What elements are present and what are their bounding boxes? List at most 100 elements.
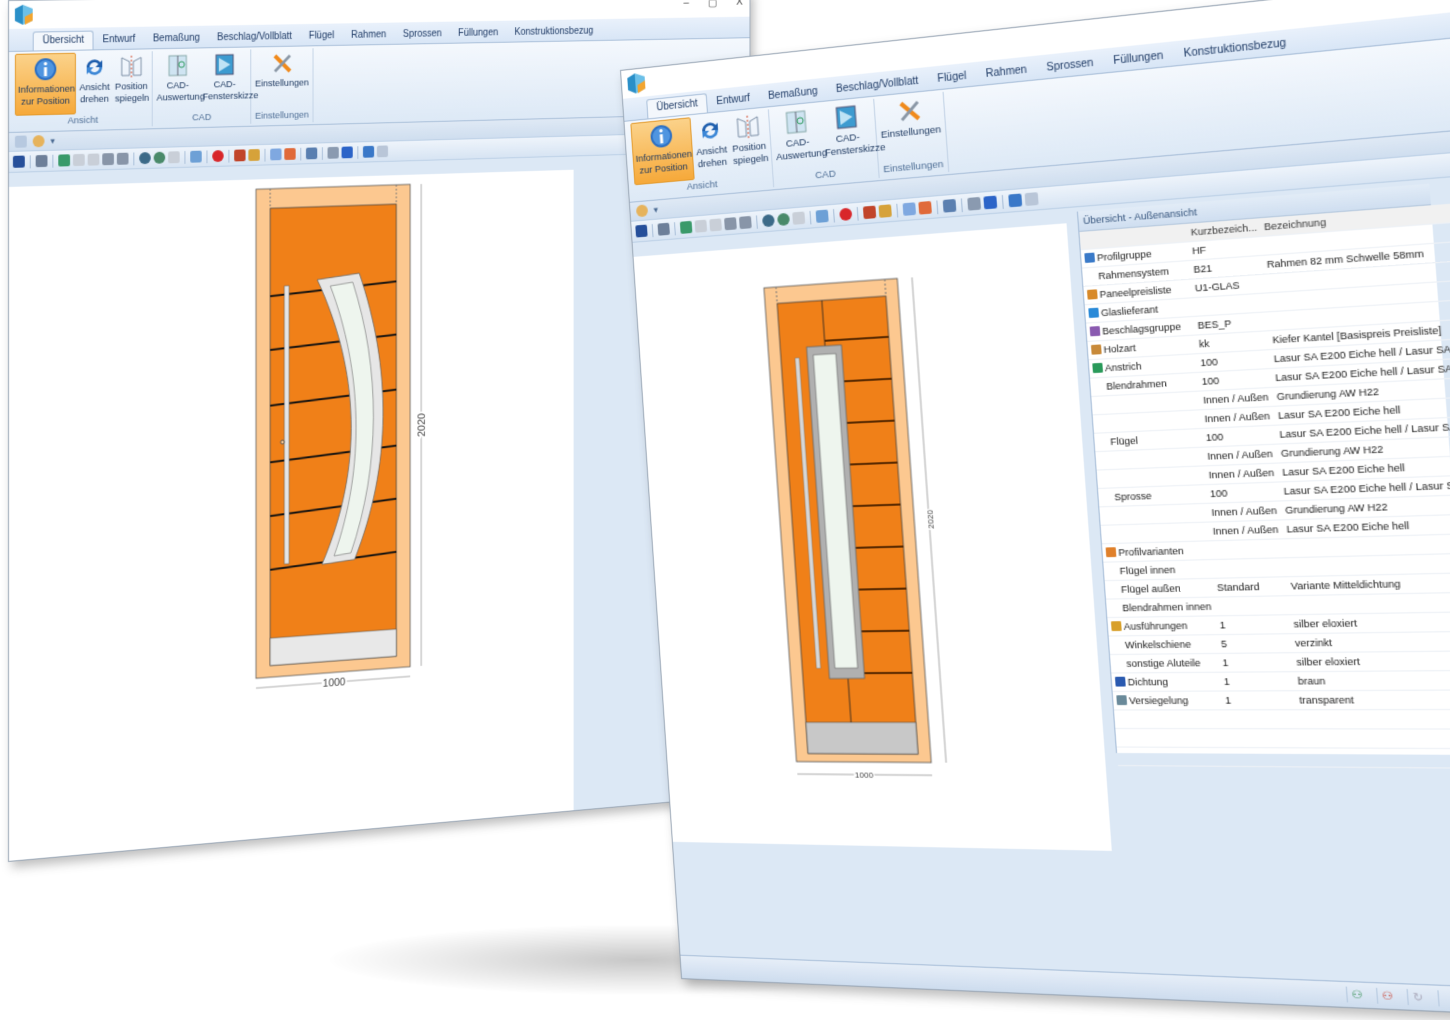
tab-bemassung[interactable]: Bemaßung	[144, 30, 208, 49]
page-icon[interactable]	[168, 151, 180, 163]
undo-icon[interactable]	[724, 217, 737, 230]
delete-icon[interactable]	[212, 150, 223, 162]
tab-fuellungen[interactable]: Füllungen	[450, 25, 506, 43]
view-icon[interactable]	[139, 152, 151, 164]
forward-icon[interactable]	[1025, 192, 1039, 206]
table-row[interactable]: Versiegelung1transparent	[1113, 690, 1450, 710]
save-icon[interactable]	[635, 225, 647, 238]
tab-beschlag[interactable]: Beschlag/Vollblatt	[208, 28, 300, 47]
refresh-icon[interactable]	[190, 151, 201, 163]
frame-icon[interactable]	[943, 199, 957, 213]
frame-icon[interactable]	[306, 147, 317, 159]
cad-evaluation-button[interactable]: CAD-Auswertung	[155, 50, 201, 112]
copy-icon[interactable]	[73, 154, 85, 166]
forward-icon[interactable]	[377, 145, 388, 157]
refresh-icon[interactable]	[816, 210, 829, 223]
row-code: 1	[1220, 672, 1295, 691]
cut-icon[interactable]	[58, 154, 70, 166]
tab-uebersicht[interactable]: Übersicht	[33, 31, 94, 51]
redo-icon[interactable]	[117, 153, 129, 165]
tab-rahmen[interactable]: Rahmen	[343, 26, 395, 44]
maximize-button[interactable]: ▢	[708, 0, 717, 9]
transfer-icon[interactable]	[284, 148, 295, 160]
tag-icon[interactable]	[234, 149, 245, 161]
align-icon[interactable]	[903, 202, 917, 216]
height-dimension: 2020	[925, 509, 936, 529]
row-description: verzinkt	[1291, 630, 1450, 652]
tab-konstruktionsbezug[interactable]: Konstruktionsbezug	[506, 23, 601, 42]
settings-button[interactable]: Einstellungen	[253, 48, 311, 110]
rotate-view-button[interactable]: Ansicht drehen	[76, 52, 113, 114]
properties-table: Kurzbezeich...BezeichnungProfilgruppeHFR…	[1079, 198, 1450, 769]
move-icon[interactable]	[342, 146, 353, 158]
sync-icon[interactable]: ↻	[1406, 989, 1428, 1006]
paste-icon[interactable]	[88, 153, 100, 165]
profile-variants-icon	[1106, 547, 1117, 557]
mirror-position-button[interactable]: Position spiegeln	[113, 51, 150, 113]
mirror-position-button[interactable]: Position spiegeln	[728, 110, 770, 177]
align-icon[interactable]	[270, 148, 281, 160]
row-code: Standard	[1213, 577, 1288, 597]
drawing-canvas[interactable]: 1000 2020	[9, 170, 574, 861]
delete-icon[interactable]	[839, 208, 852, 221]
move-icon[interactable]	[983, 196, 997, 210]
row-label: Flügel innen	[1103, 560, 1213, 581]
undo-icon[interactable]	[102, 153, 114, 165]
transfer-icon[interactable]	[918, 201, 932, 215]
cad-sketch-button[interactable]: CAD-Fensterskizze	[201, 49, 249, 111]
cad-sketch-button[interactable]: CAD-Fensterskizze	[820, 99, 876, 168]
row-code: 1	[1218, 653, 1293, 673]
page-icon[interactable]	[792, 211, 805, 224]
tab-entwurf[interactable]: Entwurf	[94, 31, 144, 50]
back-icon[interactable]	[1008, 193, 1022, 207]
settings-button[interactable]: Einstellungen	[876, 92, 945, 163]
cad-evaluation-button[interactable]: CAD-Auswertung	[771, 104, 824, 172]
user-remove-icon[interactable]: ⚇	[1376, 988, 1398, 1005]
dropdown-icon[interactable]: ▾	[653, 204, 658, 215]
print-icon[interactable]	[657, 223, 669, 236]
tab-fluegel[interactable]: Flügel	[300, 27, 342, 45]
mirror-icon	[734, 112, 762, 141]
panel-pricelist-icon	[1087, 289, 1098, 299]
check-icon[interactable]	[248, 149, 259, 161]
cut-icon[interactable]	[680, 221, 693, 234]
search-icon[interactable]	[967, 197, 981, 211]
minimize-button[interactable]: –	[683, 0, 688, 9]
row-description: transparent	[1295, 690, 1450, 710]
print-icon[interactable]	[36, 155, 48, 167]
row-description: silber eloxiert	[1289, 611, 1450, 634]
3d-icon[interactable]	[154, 152, 166, 164]
info-position-button[interactable]: Informationen zur Position	[630, 117, 694, 185]
table-row[interactable]: Dichtung1braun	[1111, 670, 1450, 692]
redo-icon[interactable]	[739, 216, 752, 229]
group-einstellungen: Einstellungen Einstellungen	[874, 92, 949, 178]
view-icon[interactable]	[762, 214, 775, 227]
group-cad: CAD-Auswertung CAD-Fensterskizze CAD	[153, 49, 252, 126]
row-code: 1	[1221, 691, 1296, 710]
info-position-button[interactable]: Informationen zur Position	[15, 53, 76, 116]
drawing-canvas[interactable]: 1000 2020	[634, 223, 1112, 851]
app-window-front: – ▢ X Übersicht Entwurf Bemaßung Beschla…	[620, 0, 1450, 1020]
row-code: 5	[1217, 634, 1292, 654]
close-button[interactable]: X	[736, 0, 742, 8]
row-label: Winkelschiene	[1109, 635, 1219, 655]
paste-icon[interactable]	[709, 218, 722, 231]
tag-icon[interactable]	[863, 206, 876, 220]
search-icon[interactable]	[328, 147, 339, 159]
3d-icon[interactable]	[777, 213, 790, 226]
copy-icon[interactable]	[695, 220, 708, 233]
door-handle-bar	[284, 286, 289, 564]
rotate-view-button[interactable]: Ansicht drehen	[690, 113, 732, 179]
table-row[interactable]: sonstige Aluteile1silber eloxiert	[1110, 650, 1450, 673]
tab-sprossen[interactable]: Sprossen	[395, 25, 450, 43]
minimize-button[interactable]: –	[1443, 0, 1450, 3]
check-icon[interactable]	[878, 204, 891, 218]
user-icon[interactable]	[636, 204, 648, 217]
rotate-icon	[696, 116, 723, 145]
user-icon[interactable]	[33, 135, 45, 147]
save-icon[interactable]	[13, 156, 25, 168]
back-icon[interactable]	[363, 146, 374, 158]
layout-icon[interactable]	[15, 136, 27, 148]
dropdown-icon[interactable]: ▾	[50, 135, 54, 146]
user-add-icon[interactable]: ⚇	[1346, 987, 1368, 1004]
